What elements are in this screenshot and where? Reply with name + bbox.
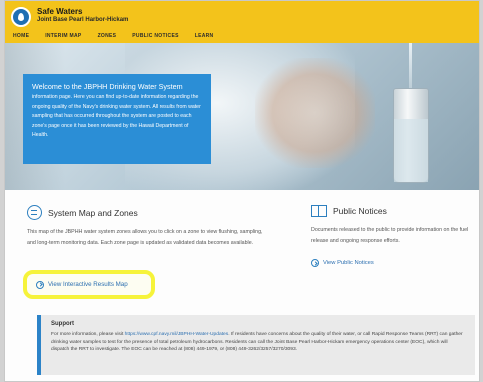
arrow-circle-icon [311,259,319,267]
view-public-notices-link[interactable]: View Public Notices [323,260,374,266]
nav-item-home[interactable]: HOME [13,33,29,39]
map-section-text: This map of the JBPHH water system zones… [27,229,263,246]
map-section-title: System Map and Zones [48,207,138,218]
notices-section-title: Public Notices [333,206,387,216]
interactive-map-link-highlight[interactable]: View Interactive Results Map [23,270,155,299]
site-title[interactable]: Safe Waters [37,7,83,16]
nav-item-learn[interactable]: LEARN [195,33,214,39]
notices-section: Public Notices Documents released to the… [311,205,471,267]
nav-item-public-notices[interactable]: PUBLIC NOTICES [132,33,178,39]
notices-section-text: Documents released to the public to prov… [311,227,469,244]
site-header: Safe Waters Joint Base Pearl Harbor-Hick… [5,1,479,43]
map-icon [27,205,42,220]
support-title: Support [51,321,74,327]
site-subtitle: Joint Base Pearl Harbor-Hickam [37,17,129,23]
hero-image-glass [393,88,429,183]
hero-image-water-stream [409,43,412,93]
hero-title: Welcome to the JBPHH Drinking Water Syst… [32,82,183,91]
support-box: Support For more information, please vis… [37,315,475,375]
hero-text: information page. Here you can find up-t… [32,94,201,138]
view-interactive-map-link[interactable]: View Interactive Results Map [48,281,128,288]
book-icon [311,205,327,217]
main-nav: HOME INTERIM MAP ZONES PUBLIC NOTICES LE… [13,33,213,39]
support-text-intro: For more information, please visit [51,332,125,337]
water-updates-link[interactable]: https://www.cpf.navy.mil/JBPHH-Water-Upd… [125,332,229,337]
map-section-header: System Map and Zones [27,205,267,220]
support-text: For more information, please visit https… [51,331,465,354]
map-section: System Map and Zones This map of the JBP… [27,205,267,248]
hero-image-hand [255,58,375,168]
hero-welcome-box: Welcome to the JBPHH Drinking Water Syst… [23,74,211,164]
nav-item-zones[interactable]: ZONES [98,33,117,39]
page-frame: Safe Waters Joint Base Pearl Harbor-Hick… [4,0,480,382]
nav-item-interim-map[interactable]: INTERIM MAP [45,33,81,39]
arrow-circle-icon [36,280,44,289]
water-drop-logo-icon[interactable] [11,7,31,27]
notices-section-header: Public Notices [311,205,471,217]
notices-link-row[interactable]: View Public Notices [311,259,471,267]
